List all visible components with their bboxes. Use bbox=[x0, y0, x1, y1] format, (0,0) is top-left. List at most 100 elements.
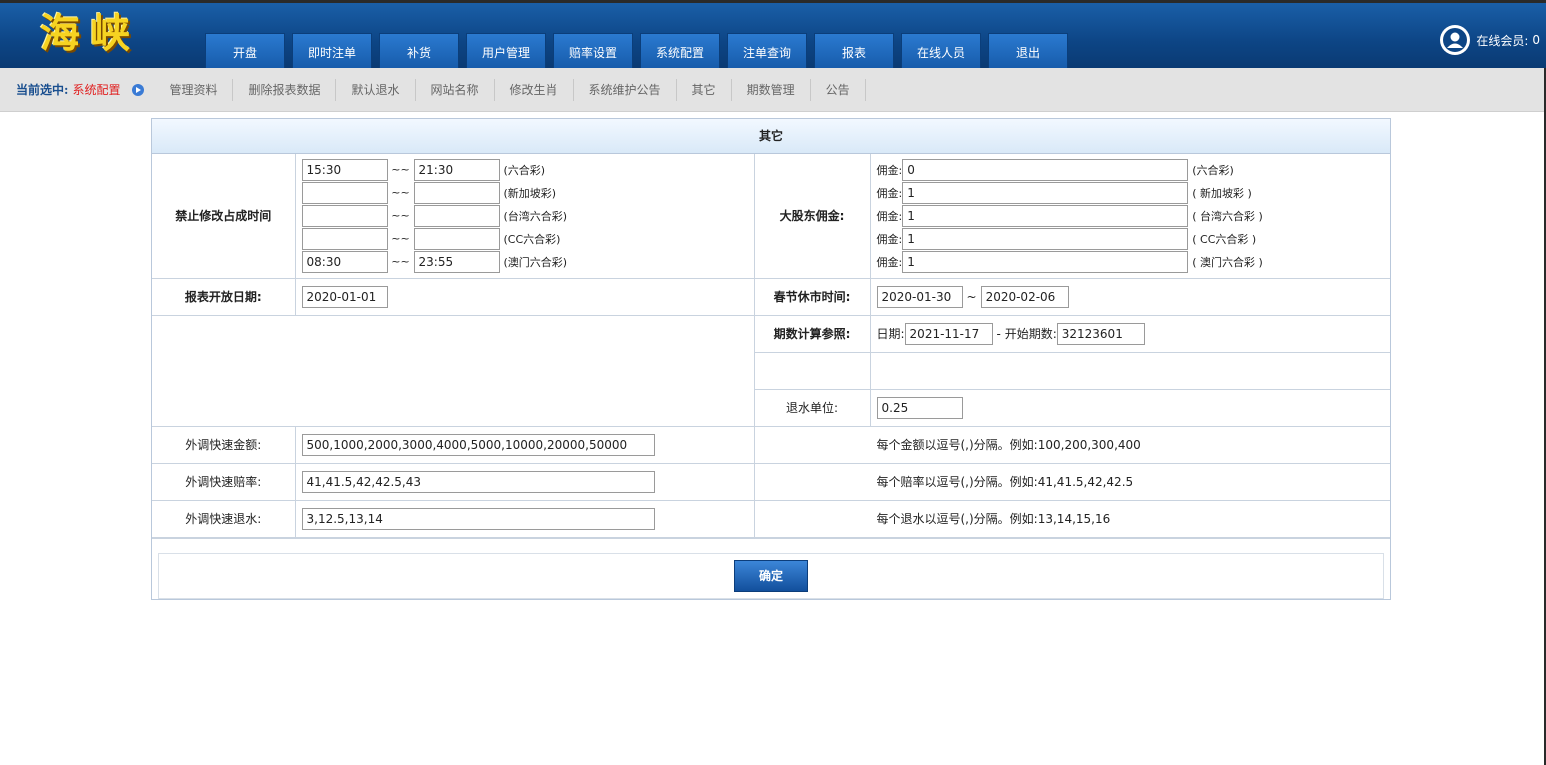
nav-replenish[interactable]: 补货 bbox=[379, 33, 459, 71]
table-row: 报表开放日期: 春节休市时间: ~ bbox=[152, 277, 1390, 316]
nav-bet-query[interactable]: 注单查询 bbox=[727, 33, 807, 71]
time-separator: ~~ bbox=[391, 186, 410, 200]
rebate-unit-input[interactable] bbox=[876, 396, 963, 419]
time-row: ~~ (澳门六合彩) bbox=[297, 250, 753, 273]
time-separator: ~~ bbox=[391, 209, 410, 223]
quick-rebate-hint-cell: 每个退水以逗号(,)分隔。例如:13,14,15,16 bbox=[753, 499, 1390, 538]
commission-input[interactable] bbox=[902, 204, 1189, 227]
settings-table: 禁止修改占成时间 ~~ (六合彩) ~~ (新加坡彩) ~~ bbox=[152, 154, 1390, 538]
time-start-input[interactable] bbox=[301, 158, 388, 181]
commission-prefix: 佣金: bbox=[876, 186, 903, 200]
quick-amount-input[interactable] bbox=[301, 433, 655, 456]
subnav-announcement[interactable]: 公告 bbox=[811, 78, 866, 101]
quick-rebate-input[interactable] bbox=[301, 507, 655, 530]
lottery-name: ( 台湾六合彩 ) bbox=[1192, 209, 1263, 223]
sub-nav-bar: 当前选中: 系统配置 管理资料 删除报表数据 默认退水 网站名称 修改生肖 系统… bbox=[0, 68, 1546, 112]
top-bar: 海峡 开盘 即时注单 补货 用户管理 赔率设置 系统配置 注单查询 报表 在线人… bbox=[0, 0, 1546, 71]
online-members: 在线会员: 0 bbox=[1440, 25, 1540, 55]
quick-amount-cell bbox=[294, 425, 755, 464]
arrow-right-icon bbox=[132, 83, 145, 96]
commission-row: 佣金: ( 澳门六合彩 ) bbox=[872, 250, 1390, 273]
empty-cell bbox=[152, 314, 755, 427]
subnav-other[interactable]: 其它 bbox=[677, 78, 732, 101]
time-end-input[interactable] bbox=[413, 227, 500, 250]
current-selection-value: 系统配置 bbox=[72, 83, 121, 97]
commission-row: 佣金: ( 台湾六合彩 ) bbox=[872, 204, 1390, 227]
online-members-label: 在线会员: bbox=[1476, 33, 1529, 48]
subnav-period-management[interactable]: 期数管理 bbox=[732, 78, 811, 101]
table-row: 外调快速赔率: 每个赔率以逗号(,)分隔。例如:41,41.5,42,42.5 bbox=[152, 462, 1390, 501]
time-separator: ~~ bbox=[391, 255, 410, 269]
report-open-date-label: 报表开放日期: bbox=[152, 277, 296, 316]
subnav-edit-zodiac[interactable]: 修改生肖 bbox=[495, 78, 574, 101]
commission-row: 佣金: ( CC六合彩 ) bbox=[872, 227, 1390, 250]
time-separator: ~~ bbox=[391, 232, 410, 246]
table-row: 外调快速金额: 每个金额以逗号(,)分隔。例如:100,200,300,400 bbox=[152, 425, 1390, 464]
confirm-button[interactable]: 确定 bbox=[734, 559, 808, 592]
panel-title: 其它 bbox=[152, 119, 1390, 154]
commission-row: 佣金: ( 新加坡彩 ) bbox=[872, 181, 1390, 204]
lottery-name: (六合彩) bbox=[1192, 163, 1234, 177]
period-start-input[interactable] bbox=[1056, 322, 1145, 345]
panel-footer: 确定 bbox=[152, 537, 1390, 599]
commission-input[interactable] bbox=[902, 227, 1189, 250]
commission-row: 佣金: (六合彩) bbox=[872, 158, 1390, 181]
report-open-date-input[interactable] bbox=[301, 285, 388, 308]
holiday-label: 春节休市时间: bbox=[753, 277, 871, 316]
nav-online-users[interactable]: 在线人员 bbox=[901, 33, 981, 71]
nav-system-config[interactable]: 系统配置 bbox=[640, 33, 720, 71]
lottery-name: (台湾六合彩) bbox=[503, 209, 568, 223]
nav-reports[interactable]: 报表 bbox=[814, 33, 894, 71]
nav-open-market[interactable]: 开盘 bbox=[205, 33, 285, 71]
time-start-input[interactable] bbox=[301, 181, 388, 204]
lottery-name: (CC六合彩) bbox=[503, 232, 561, 246]
time-start-input[interactable] bbox=[301, 227, 388, 250]
quick-odds-label: 外调快速赔率: bbox=[152, 462, 296, 501]
user-avatar-icon bbox=[1440, 25, 1471, 55]
lottery-name: ( 新加坡彩 ) bbox=[1192, 186, 1252, 200]
commission-prefix: 佣金: bbox=[876, 209, 903, 223]
online-members-count: 0 bbox=[1532, 33, 1540, 47]
commission-input[interactable] bbox=[902, 250, 1189, 273]
empty-cell bbox=[754, 351, 871, 390]
time-end-input[interactable] bbox=[413, 204, 500, 227]
time-end-input[interactable] bbox=[413, 158, 500, 181]
time-start-input[interactable] bbox=[301, 250, 388, 273]
lottery-name: ( 澳门六合彩 ) bbox=[1192, 255, 1263, 269]
nav-odds-settings[interactable]: 赔率设置 bbox=[553, 33, 633, 71]
lottery-name: (新加坡彩) bbox=[503, 186, 557, 200]
lottery-name: ( CC六合彩 ) bbox=[1192, 232, 1257, 246]
nav-live-bets[interactable]: 即时注单 bbox=[292, 33, 372, 71]
current-selection-label: 当前选中: bbox=[16, 83, 69, 97]
nav-logout[interactable]: 退出 bbox=[988, 33, 1068, 71]
quick-odds-hint: 每个赔率以逗号(,)分隔。例如:41,41.5,42,42.5 bbox=[876, 475, 1134, 489]
time-end-input[interactable] bbox=[413, 250, 500, 273]
quick-amount-hint: 每个金额以逗号(,)分隔。例如:100,200,300,400 bbox=[876, 438, 1141, 452]
time-start-input[interactable] bbox=[301, 204, 388, 227]
main-nav: 开盘 即时注单 补货 用户管理 赔率设置 系统配置 注单查询 报表 在线人员 退… bbox=[205, 33, 1075, 71]
subnav-delete-report-data[interactable]: 删除报表数据 bbox=[233, 78, 337, 101]
holiday-start-input[interactable] bbox=[876, 285, 963, 308]
quick-amount-hint-cell: 每个金额以逗号(,)分隔。例如:100,200,300,400 bbox=[753, 425, 1390, 464]
site-logo: 海峡 bbox=[40, 10, 140, 57]
holiday-end-input[interactable] bbox=[980, 285, 1069, 308]
table-row: 期数计算参照: 日期: - 开始期数: bbox=[152, 314, 1390, 427]
commission-input[interactable] bbox=[902, 181, 1189, 204]
nav-user-management[interactable]: 用户管理 bbox=[466, 33, 546, 71]
quick-odds-hint-cell: 每个赔率以逗号(,)分隔。例如:41,41.5,42,42.5 bbox=[753, 462, 1390, 501]
time-row: ~~ (新加坡彩) bbox=[297, 181, 753, 204]
quick-odds-cell bbox=[294, 462, 755, 501]
subnav-maintenance-notice[interactable]: 系统维护公告 bbox=[574, 78, 677, 101]
subnav-default-rebate[interactable]: 默认退水 bbox=[336, 78, 416, 101]
commission-input[interactable] bbox=[902, 158, 1189, 181]
subnav-site-name[interactable]: 网站名称 bbox=[416, 78, 495, 101]
period-date-input[interactable] bbox=[904, 322, 993, 345]
settings-panel: 其它 禁止修改占成时间 ~~ (六合彩) ~~ (新加坡彩) bbox=[151, 118, 1391, 600]
subnav-admin-info[interactable]: 管理资料 bbox=[154, 78, 234, 101]
quick-odds-input[interactable] bbox=[301, 470, 655, 493]
period-reference-label: 期数计算参照: bbox=[753, 314, 871, 353]
shareholder-commission-label: 大股东佣金: bbox=[753, 154, 871, 279]
holiday-separator: ~ bbox=[966, 289, 977, 304]
time-end-input[interactable] bbox=[413, 181, 500, 204]
report-open-date-cell bbox=[294, 277, 755, 316]
